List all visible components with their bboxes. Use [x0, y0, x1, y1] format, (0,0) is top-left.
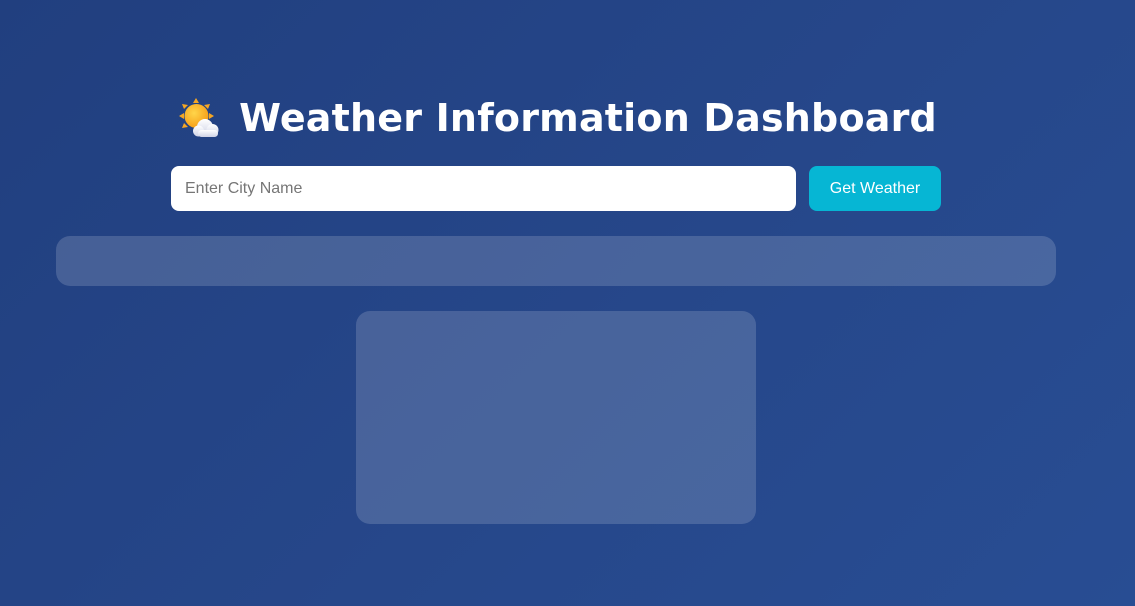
page-title: Weather Information Dashboard [239, 96, 937, 140]
city-name-input[interactable] [171, 166, 796, 211]
sun-behind-cloud-icon [179, 98, 219, 137]
weather-details-card [356, 311, 756, 524]
search-bar: Get Weather [171, 166, 941, 211]
page-header: Weather Information Dashboard [0, 92, 1116, 144]
get-weather-button[interactable]: Get Weather [809, 166, 941, 211]
weather-info-panel [56, 236, 1056, 286]
